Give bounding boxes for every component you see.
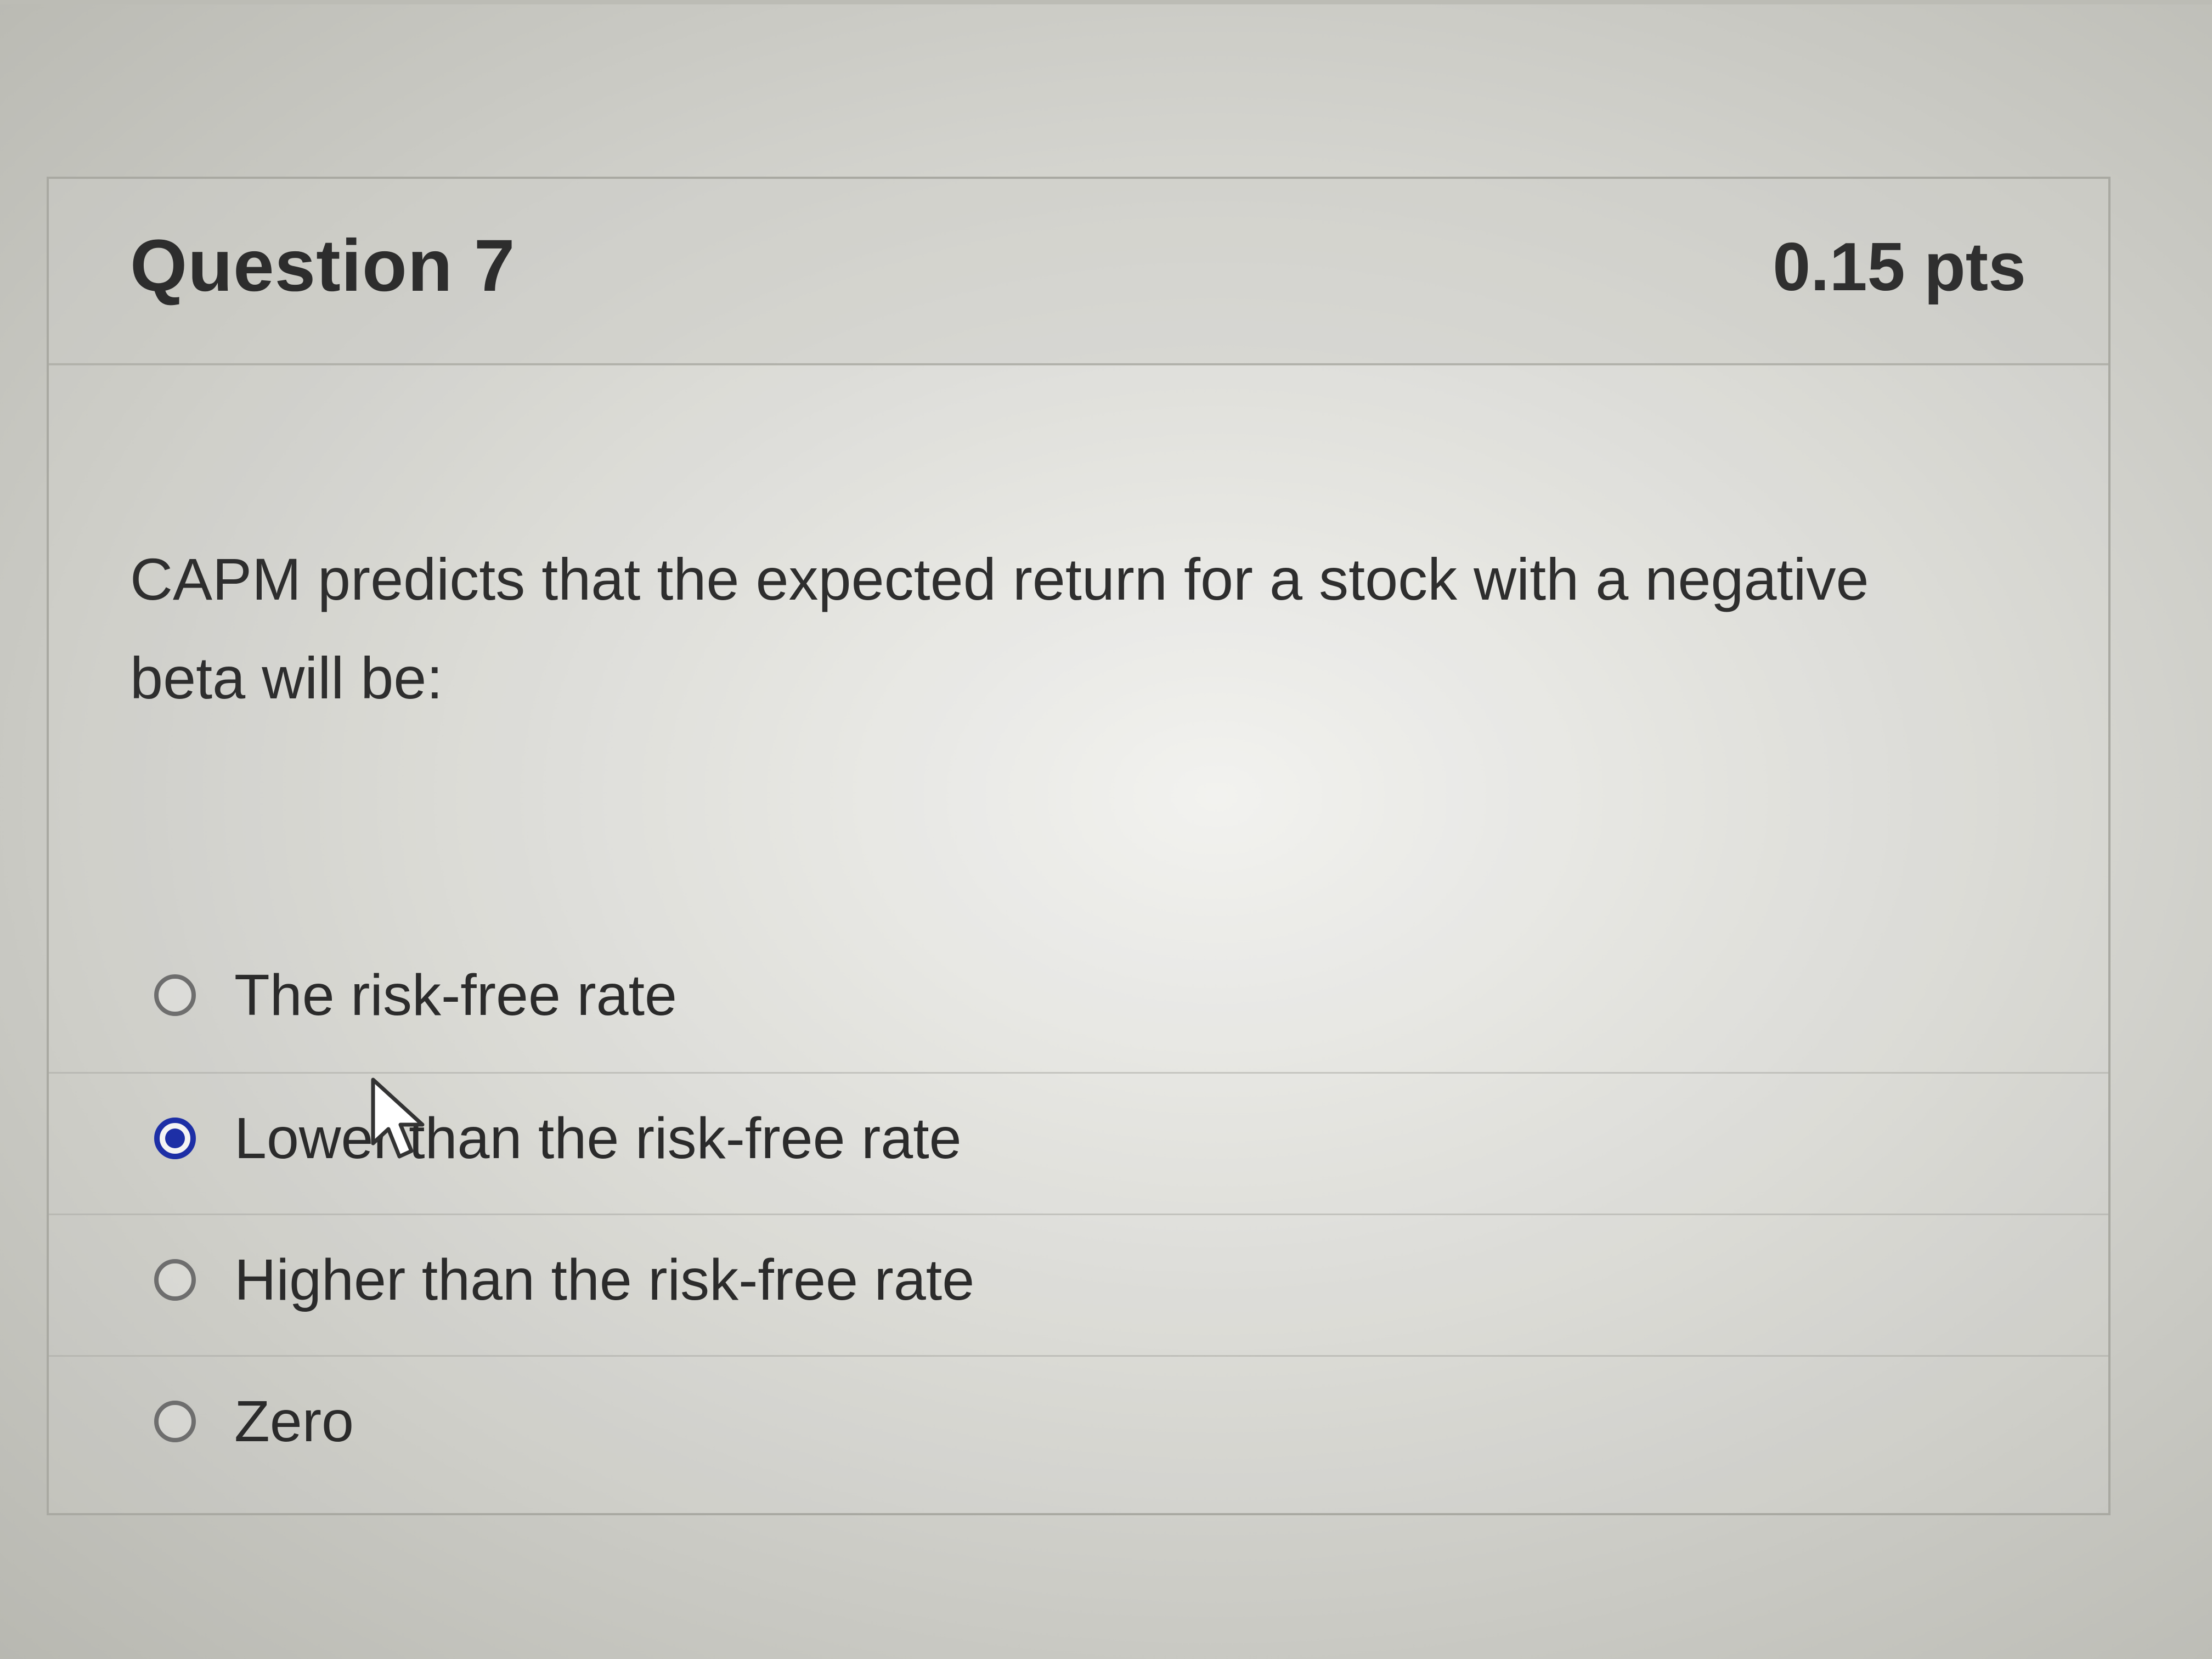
answer-option-risk-free-rate[interactable]: The risk-free rate	[49, 930, 2108, 1072]
question-text: CAPM predicts that the expected return f…	[130, 546, 1869, 711]
question-title: Question 7	[130, 225, 516, 307]
radio-unselected-icon[interactable]	[154, 1401, 196, 1442]
question-card: Question 7 0.15 pts CAPM predicts that t…	[47, 177, 2111, 1515]
radio-unselected-icon[interactable]	[154, 1259, 196, 1301]
question-points: 0.15 pts	[1773, 229, 2026, 305]
answer-label: The risk-free rate	[234, 963, 678, 1028]
radio-selected-icon[interactable]	[154, 1118, 196, 1159]
mouse-pointer-icon	[371, 1077, 425, 1159]
screen-top-edge	[0, 0, 2212, 4]
answer-option-lower-than-risk-free-rate[interactable]: Lower than the risk-free rate	[49, 1072, 2108, 1214]
question-header: Question 7 0.15 pts	[49, 179, 2108, 365]
answer-label: Higher than the risk-free rate	[234, 1248, 975, 1312]
answer-option-higher-than-risk-free-rate[interactable]: Higher than the risk-free rate	[49, 1214, 2108, 1355]
answer-list: The risk-free rate Lower than the risk-f…	[49, 930, 2108, 1497]
answer-label: Lower than the risk-free rate	[234, 1106, 962, 1171]
radio-unselected-icon[interactable]	[154, 974, 196, 1016]
answer-label: Zero	[234, 1389, 354, 1454]
answer-option-zero[interactable]: Zero	[49, 1355, 2108, 1497]
